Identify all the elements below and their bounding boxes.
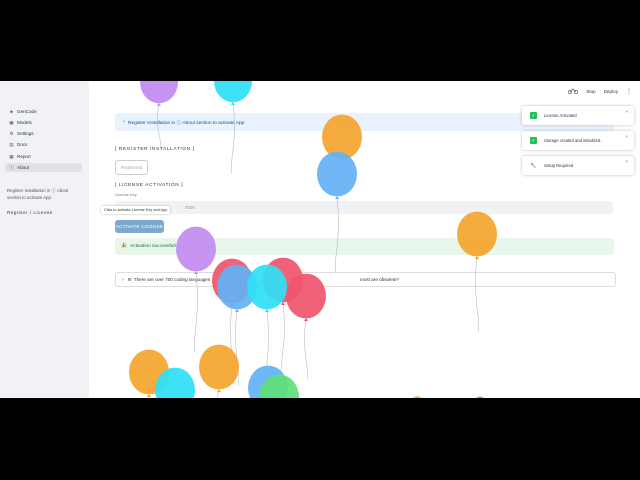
balloon-green: [259, 374, 299, 398]
sidebar: ◈ GenCode ▣ Models ⚙ Settings ▤ Docs ▦ R…: [0, 81, 89, 398]
top-toolbar: Stop Deploy ⋮: [568, 86, 640, 96]
info-icon: ⓘ: [9, 164, 14, 170]
register-header: [ REGISTER INSTALLATION ]: [115, 147, 195, 152]
sidebar-item-gencode[interactable]: ◈ GenCode: [5, 107, 82, 116]
doc-icon: ▤: [9, 141, 14, 147]
balloon-red: [286, 273, 326, 380]
success-alert: 🎉 Activation successful!: [115, 238, 614, 255]
toast-storage-created: ✓ Storage created and initialized. ×: [522, 131, 634, 150]
sidebar-item-label: Settings: [17, 131, 34, 136]
expander-text: There are over 700 coding languages: [133, 277, 211, 282]
sidebar-item-docs[interactable]: ▤ Docs: [5, 140, 82, 149]
success-alert-text: Activation successful!: [129, 244, 176, 249]
balloon-orange: [129, 349, 169, 398]
report-icon: ▦: [9, 153, 14, 159]
balloon-cyan: [155, 367, 195, 398]
stop-button[interactable]: Stop: [586, 89, 595, 94]
toast-setup-required: 🔧 Setup Required ×: [522, 156, 634, 175]
info-alert-text: Register Installation in ⓘ About section…: [128, 120, 245, 126]
license-header: [ LICENSE ACTIVATION ]: [115, 183, 184, 188]
sidebar-item-label: Models: [17, 120, 32, 125]
sidebar-item-report[interactable]: ▦ Report: [5, 152, 82, 161]
license-key-input[interactable]: 0000: [115, 201, 613, 214]
sidebar-item-label: GenCode: [17, 109, 37, 114]
activate-tooltip: Click to activate License Key and App: [101, 206, 171, 214]
app-window: ◈ GenCode ▣ Models ⚙ Settings ▤ Docs ▦ R…: [0, 81, 640, 398]
expander-text-end: most are obsolete?: [360, 277, 400, 282]
cube-icon: ▣: [9, 119, 14, 125]
sidebar-item-label: About: [17, 165, 30, 170]
activate-license-button[interactable]: ACTIVATE LICENSE: [115, 220, 164, 233]
sidebar-item-label: Report: [17, 154, 31, 159]
chevron-right-icon: ›: [122, 276, 124, 283]
sidebar-item-about[interactable]: ⓘ About: [5, 163, 82, 172]
balloon-green: [475, 396, 485, 398]
gear-icon: ⚙: [9, 130, 14, 136]
info-icon: ◔: [122, 119, 126, 125]
check-icon: ✓: [530, 137, 537, 144]
license-key-value: 0000: [185, 205, 195, 210]
toast-text: License Activated: [544, 113, 577, 118]
sidebar-item-label: Docs: [17, 142, 28, 147]
sidebar-register-license: Register / License: [7, 210, 53, 215]
fact-expander[interactable]: › ⚙ There are over 700 coding languages …: [115, 272, 616, 287]
license-key-label: License Key: [115, 192, 137, 197]
code-icon: ◈: [9, 108, 14, 114]
sidebar-note: Register Installation in ⓘ About section…: [7, 188, 69, 200]
running-cyclist-icon: [568, 87, 579, 96]
main-menu-button[interactable]: ⋮: [626, 88, 632, 95]
wrench-icon: 🔧: [530, 162, 537, 169]
gear-icon: ⚙: [127, 276, 132, 282]
close-icon[interactable]: ×: [625, 109, 628, 114]
sidebar-item-models[interactable]: ▣ Models: [5, 118, 82, 127]
toast-text: Setup Required: [544, 163, 574, 168]
deploy-button[interactable]: Deploy: [604, 89, 618, 94]
close-icon[interactable]: ×: [625, 159, 628, 164]
balloon-orange: [199, 344, 239, 398]
registered-button[interactable]: Registered: [115, 160, 148, 175]
check-icon: ✓: [530, 112, 537, 119]
toast-text: Storage created and initialized.: [544, 138, 602, 143]
close-icon[interactable]: ×: [625, 134, 628, 139]
sidebar-item-settings[interactable]: ⚙ Settings: [5, 129, 82, 138]
party-icon: 🎉: [121, 244, 127, 249]
balloon-blue: [248, 365, 288, 398]
balloon-orange: [412, 396, 422, 398]
toast-license-activated: ✓ License Activated ×: [522, 106, 634, 125]
